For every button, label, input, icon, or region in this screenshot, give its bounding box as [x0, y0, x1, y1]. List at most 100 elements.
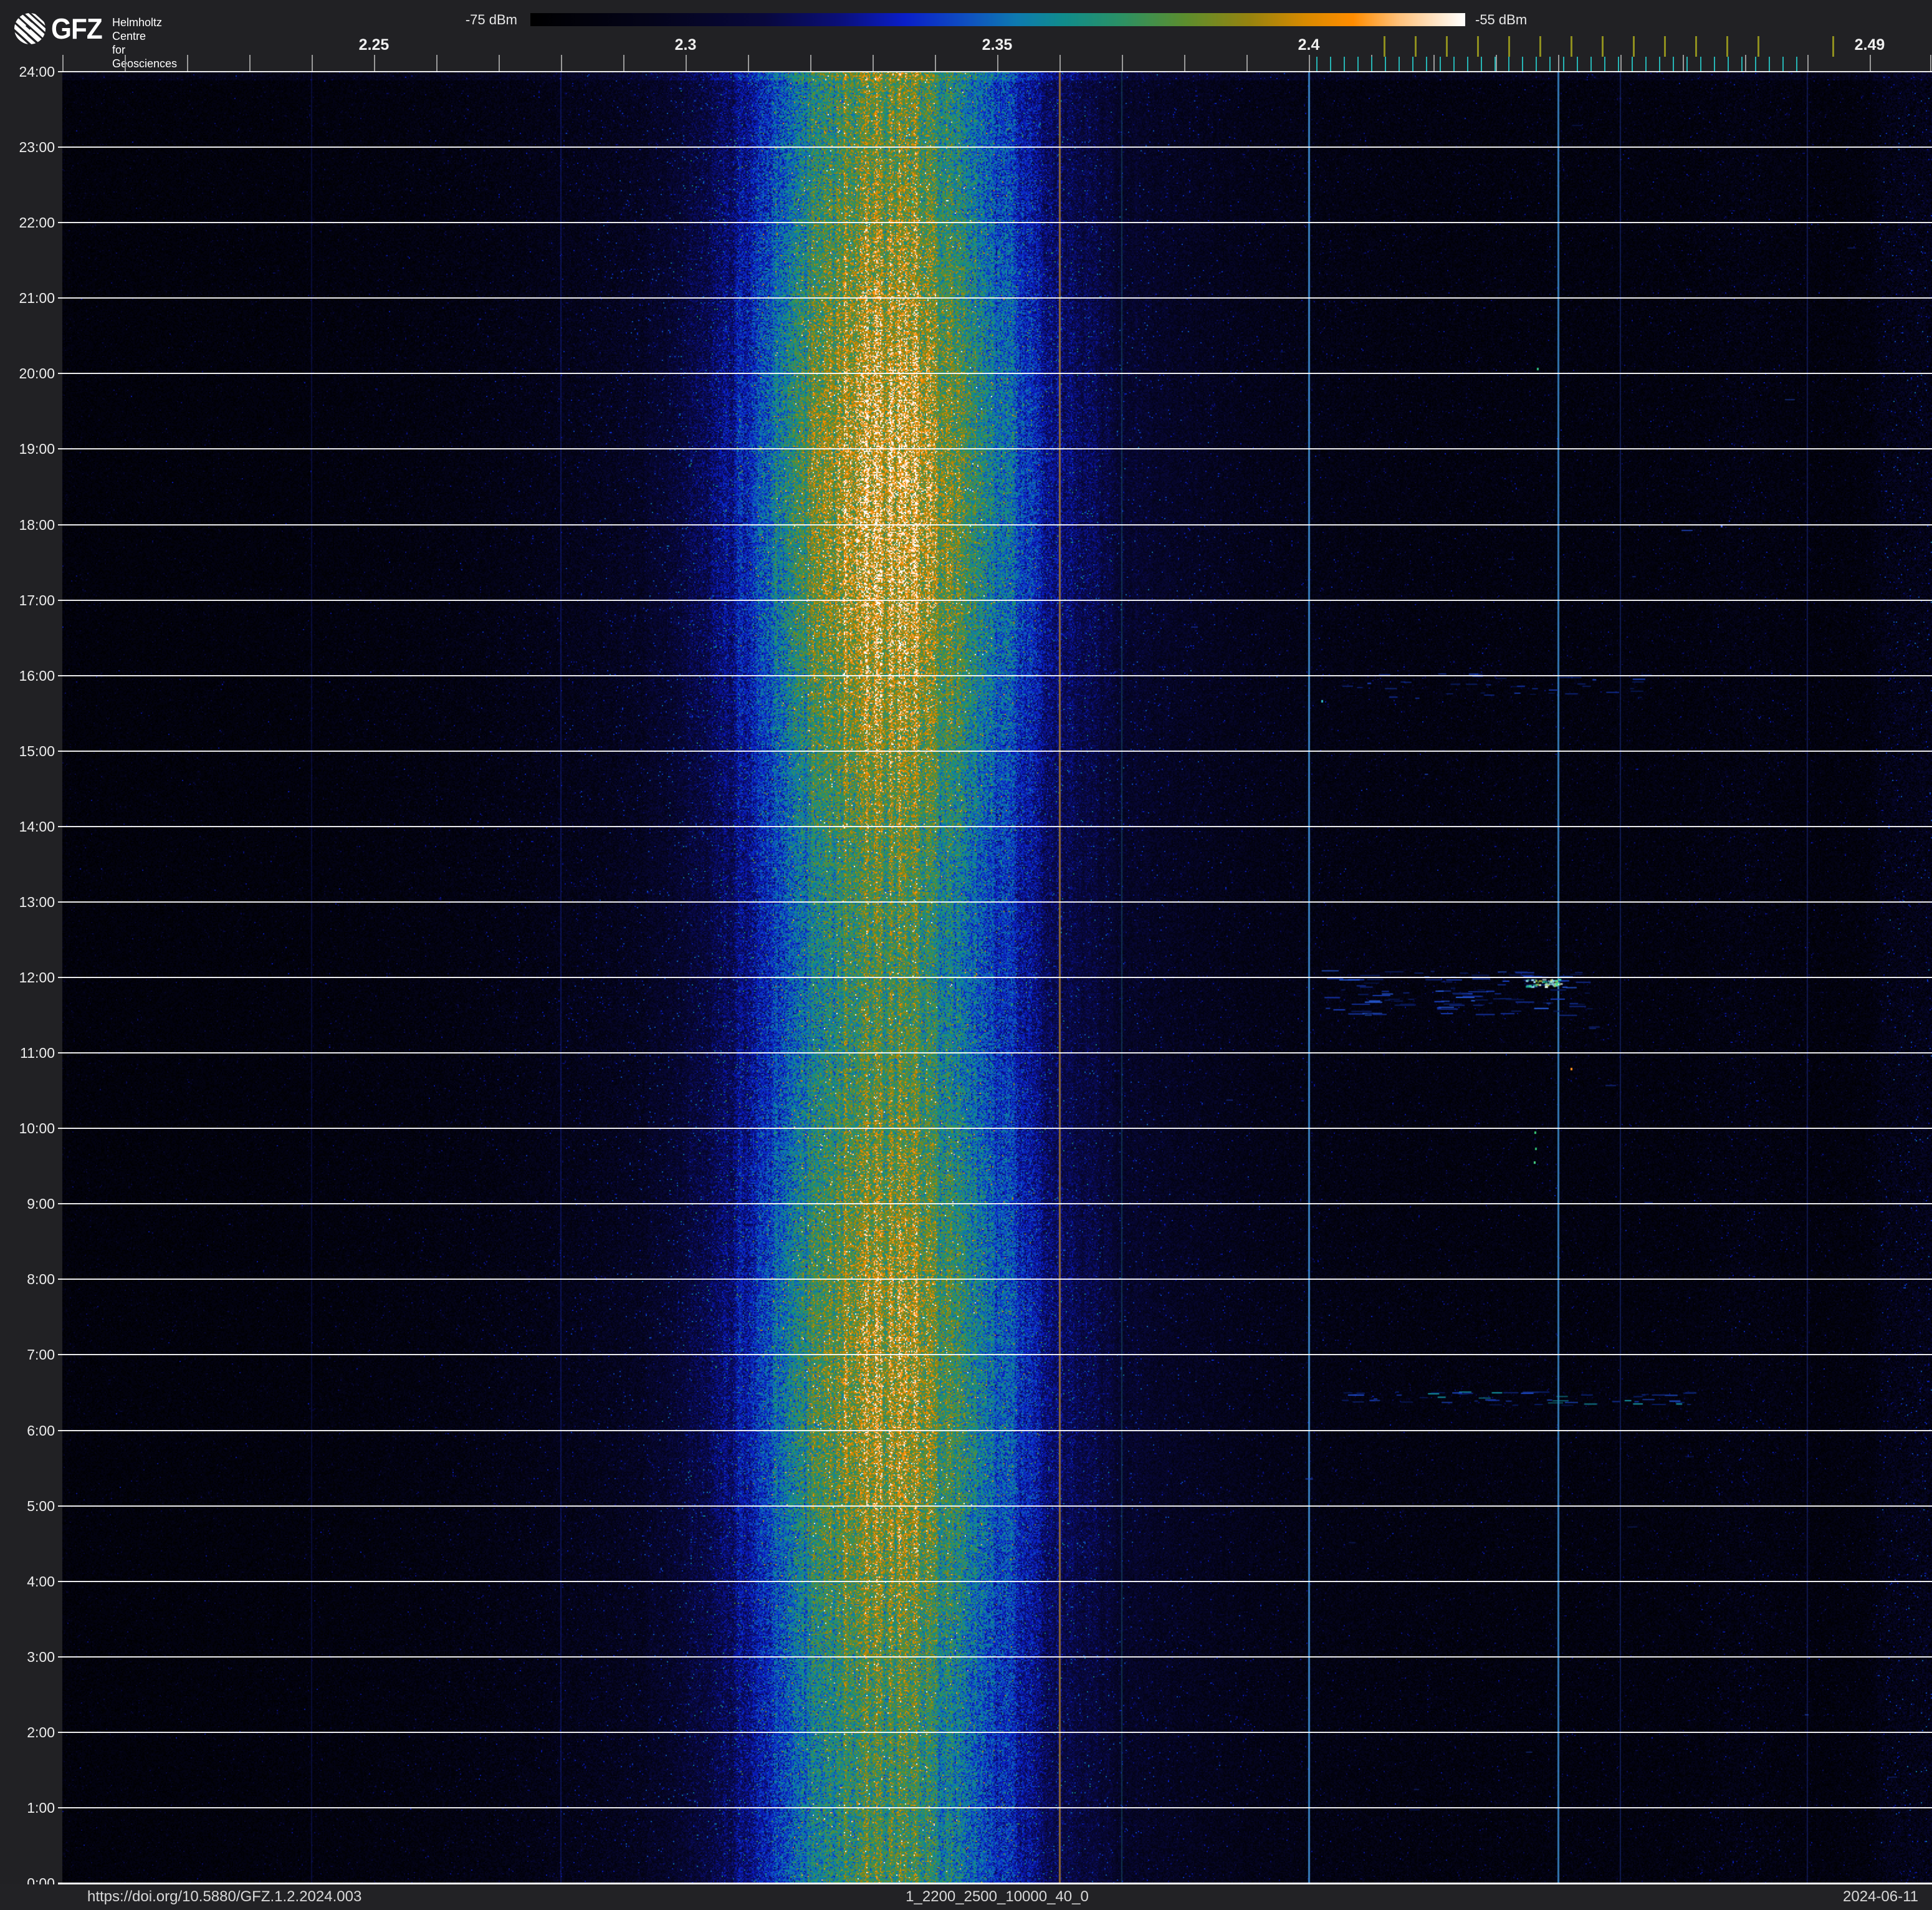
frequency-tick [1184, 55, 1185, 72]
marker-tick-teal [1508, 57, 1509, 72]
marker-tick-olive [1384, 36, 1385, 57]
brand-subtitle-line2: for Geosciences [112, 44, 178, 70]
marker-tick-teal [1632, 57, 1633, 72]
frequency-label: 2.25 [358, 36, 390, 54]
marker-tick-teal [1741, 57, 1743, 72]
marker-tick-teal [1549, 57, 1551, 72]
hour-gridline [58, 1505, 1932, 1507]
marker-tick-teal [1769, 57, 1770, 72]
time-label: 1:00 [27, 1799, 55, 1816]
marker-tick-olive [1757, 36, 1759, 57]
time-label: 14:00 [19, 818, 55, 835]
marker-tick-teal [1316, 57, 1317, 72]
marker-tick-teal [1467, 57, 1468, 72]
header-bar: GFZ Helmholtz Centre for Geosciences -75… [0, 0, 1932, 72]
hour-gridline [58, 1807, 1932, 1808]
frequency-tick [374, 55, 375, 72]
marker-tick-olive [1477, 36, 1479, 57]
marker-tick-teal [1481, 57, 1482, 72]
time-label: 18:00 [19, 516, 55, 533]
colorbar-gradient [530, 13, 1465, 26]
marker-tick-teal [1686, 57, 1688, 72]
frequency-tick [1745, 55, 1746, 72]
time-label: 9:00 [27, 1196, 55, 1212]
frequency-tick [187, 55, 188, 72]
frequency-tick [748, 55, 749, 72]
frequency-label: 2.35 [982, 36, 1013, 54]
time-label: 12:00 [19, 969, 55, 986]
marker-tick-teal [1330, 57, 1331, 72]
time-label: 3:00 [27, 1648, 55, 1665]
hour-gridline [58, 1128, 1932, 1130]
frequency-tick [935, 55, 936, 72]
marker-tick-olive [1539, 36, 1541, 57]
frequency-tick [561, 55, 562, 72]
frequency-tick [436, 55, 438, 72]
hour-gridline [58, 1656, 1932, 1658]
time-label: 21:00 [19, 290, 55, 307]
marker-tick-teal [1536, 57, 1537, 72]
marker-tick-teal [1673, 57, 1674, 72]
marker-tick-teal [1344, 57, 1345, 72]
frequency-tick [873, 55, 874, 72]
frequency-tick [1558, 55, 1559, 72]
marker-tick-teal [1357, 57, 1359, 72]
colorbar-max-label: -55 dBm [1475, 12, 1528, 27]
frequency-tick [1930, 55, 1931, 72]
marker-tick-olive [1571, 36, 1572, 57]
marker-tick-teal [1659, 57, 1660, 72]
time-label: 22:00 [19, 214, 55, 231]
marker-tick-teal [1440, 57, 1441, 72]
frequency-tick [1683, 55, 1684, 72]
hour-gridline [58, 977, 1932, 978]
hour-gridline [58, 1279, 1932, 1280]
marker-tick-teal [1385, 57, 1386, 72]
frequency-label: 2.4 [1298, 36, 1320, 54]
marker-tick-teal [1577, 57, 1578, 72]
hour-gridline [58, 1354, 1932, 1356]
colorbar-min-label: -75 dBm [465, 12, 517, 27]
hour-gridline [58, 674, 1932, 676]
frequency-tick [623, 55, 624, 72]
hour-gridline [58, 1429, 1932, 1431]
frequency-tick [1246, 55, 1248, 72]
marker-tick-teal [1645, 57, 1647, 72]
colorbar-legend: -75 dBm -55 dBm [0, 0, 1932, 37]
frequency-tick [312, 55, 313, 72]
frequency-tick [1870, 55, 1871, 72]
hour-gridline [58, 448, 1932, 450]
marker-tick-teal [1371, 57, 1372, 72]
time-label: 17:00 [19, 592, 55, 608]
hour-gridline [58, 1731, 1932, 1733]
doi-link[interactable]: https://doi.org/10.5880/GFZ.1.2.2024.003 [87, 1884, 361, 1910]
hour-gridline [58, 1203, 1932, 1205]
frequency-label: 2.3 [674, 36, 697, 54]
marker-tick-teal [1755, 57, 1756, 72]
footer-bar: https://doi.org/10.5880/GFZ.1.2.2024.003… [0, 1884, 1932, 1910]
time-label: 15:00 [19, 742, 55, 759]
time-label: 19:00 [19, 441, 55, 458]
frequency-tick [1059, 55, 1061, 72]
time-label: 24:00 [19, 64, 55, 80]
hour-gridline [58, 1052, 1932, 1054]
frequency-tick [249, 55, 251, 72]
marker-tick-teal [1494, 57, 1496, 72]
frequency-tick [1309, 55, 1310, 72]
time-label: 11:00 [20, 1045, 55, 1062]
marker-tick-teal [1782, 57, 1784, 72]
time-label: 4:00 [27, 1573, 55, 1590]
time-label: 8:00 [27, 1271, 55, 1288]
hour-gridline [58, 825, 1932, 827]
marker-tick-olive [1664, 36, 1666, 57]
frequency-tick [62, 55, 64, 72]
dataset-filename: 1_2200_2500_10000_40_0 [906, 1888, 1089, 1905]
time-label: 10:00 [19, 1120, 55, 1137]
hour-gridline [58, 373, 1932, 375]
hour-gridline [58, 146, 1932, 148]
marker-tick-olive [1602, 36, 1604, 57]
frequency-tick [1122, 55, 1123, 72]
frequency-label: 2.49 [1854, 36, 1885, 54]
frequency-tick [1433, 55, 1435, 72]
hour-gridline [58, 1580, 1932, 1582]
time-label: 5:00 [27, 1497, 55, 1514]
